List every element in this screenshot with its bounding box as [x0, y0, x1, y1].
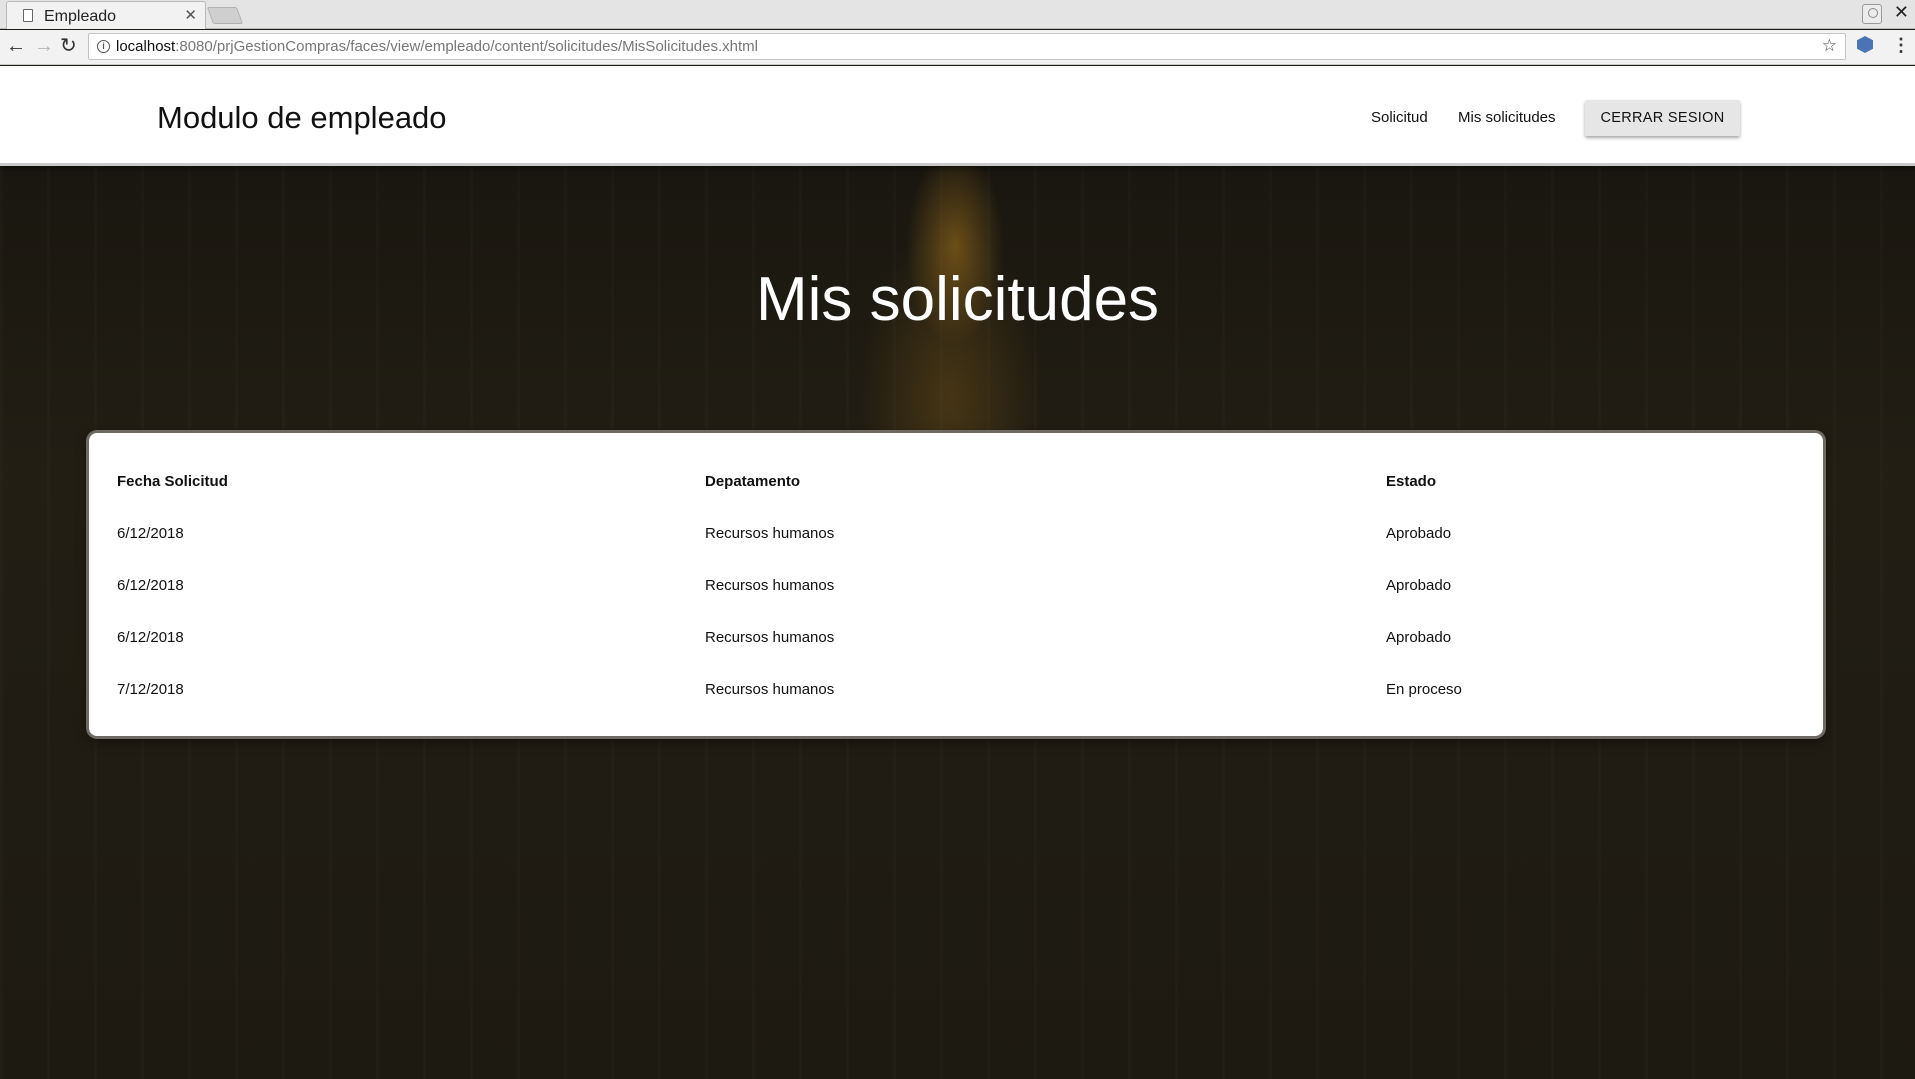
- tab-title: Empleado: [44, 8, 117, 25]
- reload-icon[interactable]: ↻: [60, 34, 77, 58]
- forward-arrow-icon[interactable]: →: [34, 34, 54, 58]
- url-host: localhost: [116, 38, 176, 55]
- nav-link-solicitud[interactable]: Solicitud: [1371, 109, 1428, 126]
- requests-table: Fecha Solicitud Depatamento Estado 6/12/…: [117, 455, 1797, 715]
- requests-card: Fecha Solicitud Depatamento Estado 6/12/…: [89, 433, 1823, 736]
- table-row: 6/12/2018 Recursos humanos Aprobado: [117, 507, 1797, 559]
- column-header-estado: Estado: [1386, 472, 1437, 490]
- table-row: 6/12/2018 Recursos humanos Aprobado: [117, 559, 1797, 611]
- cell-estado: Aprobado: [1386, 576, 1452, 594]
- info-icon[interactable]: i: [97, 40, 110, 53]
- address-bar[interactable]: i localhost:8080/prjGestionCompras/faces…: [88, 33, 1846, 60]
- cell-departamento: Recursos humanos: [705, 628, 835, 646]
- browser-tab[interactable]: Empleado ✕: [6, 1, 206, 29]
- nav-link-mis-solicitudes[interactable]: Mis solicitudes: [1458, 109, 1556, 126]
- url-text: localhost:8080/prjGestionCompras/faces/v…: [116, 38, 758, 55]
- browser-menu-icon[interactable]: ⋮: [1892, 35, 1910, 56]
- table-row: 6/12/2018 Recursos humanos Aprobado: [117, 611, 1797, 663]
- table-row: 7/12/2018 Recursos humanos En proceso: [117, 663, 1797, 715]
- page-title: Mis solicitudes: [755, 265, 1160, 334]
- browser-tabstrip: Empleado ✕ ✕: [0, 0, 1915, 29]
- bookmark-star-icon[interactable]: ☆: [1822, 36, 1837, 56]
- profile-icon[interactable]: [1862, 4, 1882, 24]
- table-header-row: Fecha Solicitud Depatamento Estado: [117, 455, 1797, 507]
- cell-fecha: 6/12/2018: [117, 524, 184, 542]
- brand-title: Modulo de empleado: [157, 100, 447, 135]
- logout-button[interactable]: CERRAR SESION: [1585, 100, 1740, 136]
- window-close-icon[interactable]: ✕: [1894, 2, 1909, 23]
- close-tab-icon[interactable]: ✕: [184, 6, 197, 24]
- cell-departamento: Recursos humanos: [705, 524, 835, 542]
- url-path: :8080/prjGestionCompras/faces/view/emple…: [175, 38, 758, 55]
- page-content: Modulo de empleado Solicitud Mis solicit…: [0, 66, 1915, 1079]
- back-arrow-icon[interactable]: ←: [6, 34, 26, 58]
- extension-icon[interactable]: [1857, 36, 1873, 53]
- cell-fecha: 7/12/2018: [117, 680, 184, 698]
- cell-fecha: 6/12/2018: [117, 576, 184, 594]
- document-icon: [23, 9, 33, 22]
- column-header-departamento: Depatamento: [705, 472, 801, 490]
- cell-departamento: Recursos humanos: [705, 680, 835, 698]
- browser-toolbar: ← → ↻ i localhost:8080/prjGestionCompras…: [0, 30, 1915, 65]
- cell-fecha: 6/12/2018: [117, 628, 184, 646]
- site-header: Modulo de empleado Solicitud Mis solicit…: [0, 66, 1915, 166]
- new-tab-button[interactable]: [206, 7, 244, 24]
- cell-estado: Aprobado: [1386, 524, 1452, 542]
- cell-departamento: Recursos humanos: [705, 576, 835, 594]
- cell-estado: Aprobado: [1386, 628, 1452, 646]
- cell-estado: En proceso: [1386, 680, 1462, 698]
- column-header-fecha: Fecha Solicitud: [117, 472, 228, 490]
